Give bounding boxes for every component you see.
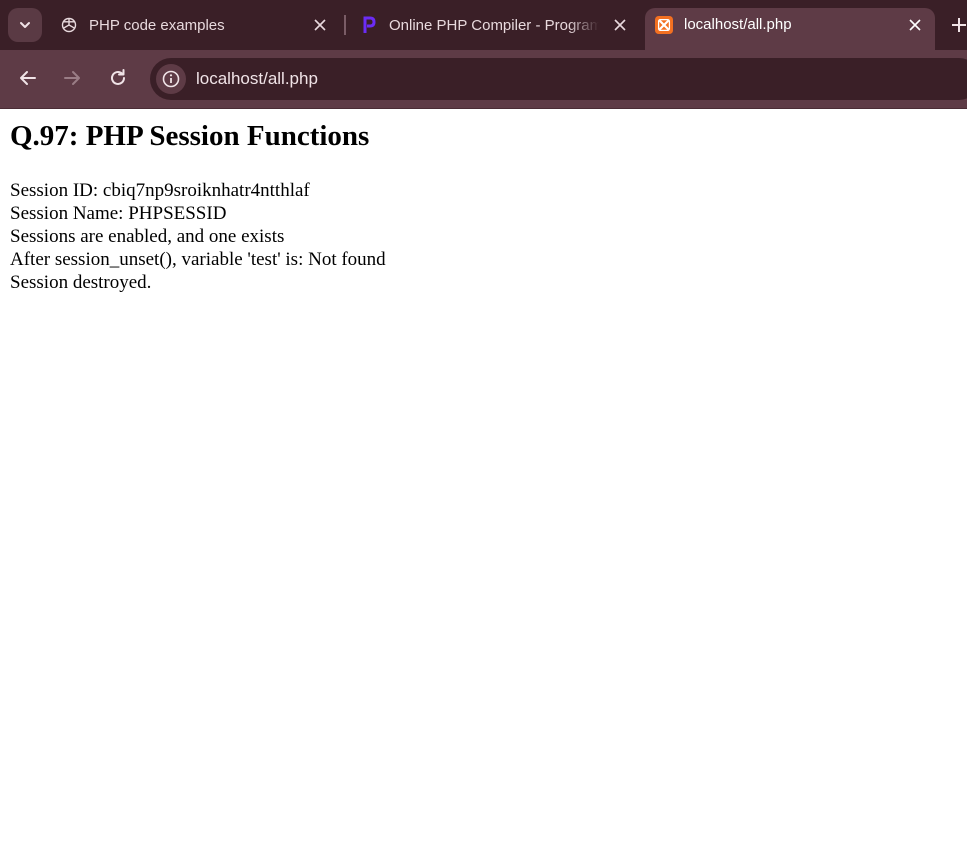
new-tab-button[interactable] [948,14,967,36]
xampp-icon [655,16,673,34]
tab-search-button[interactable] [8,8,42,42]
output-lines: Session ID: cbiq7np9sroiknhatr4ntthlaf S… [10,179,386,294]
close-icon[interactable] [907,17,923,33]
site-info-button[interactable] [156,64,186,94]
tab-title: PHP code examples [89,16,225,34]
session-name-line: Session Name: PHPSESSID [10,203,227,224]
session-unset-line: After session_unset(), variable 'test' i… [10,249,386,270]
tab-title: localhost/all.php [684,16,792,33]
forward-button[interactable] [60,66,84,90]
arrow-right-icon [64,71,80,85]
session-id-line: Session ID: cbiq7np9sroiknhatr4ntthlaf [10,180,310,201]
chevron-down-icon [20,22,30,28]
page-content: Q.97: PHP Session Functions Session ID: … [0,109,967,855]
page-title: Q.97: PHP Session Functions [10,120,370,152]
programiz-icon [360,16,378,34]
tab-separator [344,15,346,35]
arrow-left-icon [20,71,36,85]
session-status-line: Sessions are enabled, and one exists [10,226,285,247]
tab-title: Online PHP Compiler - Programiz [389,16,599,34]
reload-icon [111,69,125,85]
openai-icon [60,16,78,34]
tab-localhost-all-php[interactable]: localhost/all.php [645,8,935,50]
address-url[interactable]: localhost/all.php [196,69,318,89]
close-icon[interactable] [612,17,628,33]
tab-php-code-examples[interactable]: PHP code examples [50,8,340,42]
close-icon[interactable] [312,17,328,33]
back-button[interactable] [16,66,40,90]
browser-toolbar: localhost/all.php [0,50,967,109]
address-bar[interactable]: localhost/all.php [150,58,967,100]
session-destroyed-line: Session destroyed. [10,272,152,293]
tab-strip: PHP code examples Online PHP Compiler - … [0,0,967,50]
info-icon [162,70,180,88]
reload-button[interactable] [106,66,130,90]
plus-icon [952,18,966,32]
tab-online-php-compiler[interactable]: Online PHP Compiler - Programiz [348,8,640,42]
